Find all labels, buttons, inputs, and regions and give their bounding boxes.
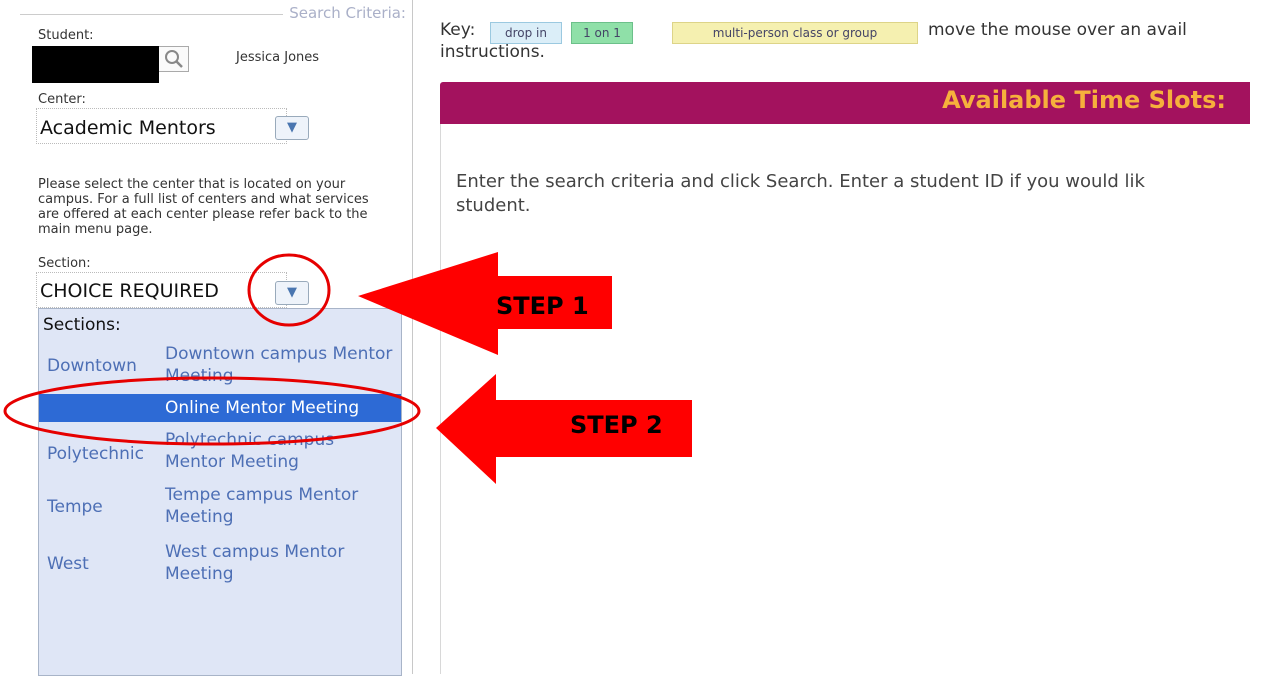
step1-circle [247,253,331,327]
annotation-overlay [3,252,692,484]
step2-ellipse [3,376,421,446]
step1-label: STEP 1 [496,292,589,320]
step2-label: STEP 2 [570,411,663,439]
